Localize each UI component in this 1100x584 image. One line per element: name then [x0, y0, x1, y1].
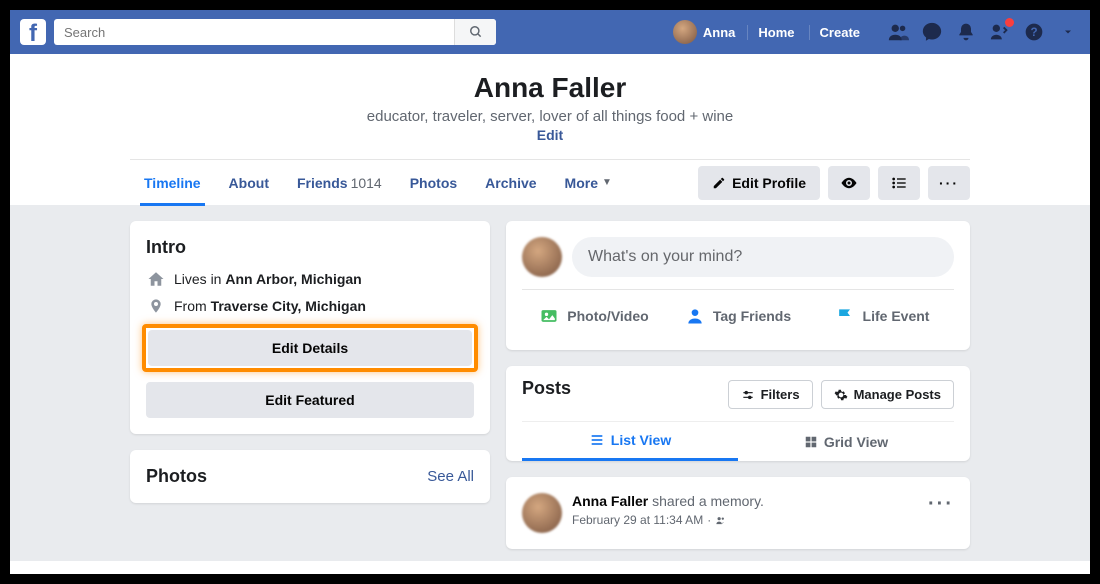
tab-timeline[interactable]: Timeline: [130, 160, 215, 206]
filters-button[interactable]: Filters: [728, 380, 813, 409]
grid-icon: [804, 435, 818, 449]
tab-archive[interactable]: Archive: [471, 160, 550, 206]
composer-tag-friends[interactable]: Tag Friends: [666, 298, 810, 334]
home-icon: [146, 270, 166, 288]
edit-details-button[interactable]: Edit Details: [148, 330, 472, 366]
see-all-photos-link[interactable]: See All: [427, 468, 474, 485]
search-button[interactable]: [454, 19, 496, 45]
list-icon: [891, 175, 907, 191]
topbar-user-link[interactable]: Anna: [665, 20, 744, 44]
body-area: Intro Lives in Ann Arbor, Michigan From …: [10, 205, 1090, 561]
edit-featured-button[interactable]: Edit Featured: [146, 382, 474, 418]
location-icon: [146, 298, 166, 314]
profile-bio: educator, traveler, server, lover of all…: [10, 108, 1090, 125]
eye-icon: [840, 174, 858, 192]
profile-name: Anna Faller: [10, 72, 1090, 104]
more-options-button[interactable]: ···: [928, 166, 970, 200]
post-action-text: shared a memory.: [648, 493, 764, 509]
account-dropdown-icon[interactable]: [1056, 20, 1080, 44]
intro-from: From Traverse City, Michigan: [146, 298, 474, 314]
notification-dot: [1005, 18, 1014, 27]
flag-icon: [835, 306, 855, 326]
home-link[interactable]: Home: [747, 25, 804, 40]
topbar-right: Anna Home Create: [665, 20, 1080, 44]
left-column: Intro Lives in Ann Arbor, Michigan From …: [130, 221, 490, 545]
composer-input[interactable]: What's on your mind?: [572, 237, 954, 277]
tab-actions: Edit Profile ···: [698, 166, 970, 200]
view-as-button[interactable]: [828, 166, 870, 200]
tab-about[interactable]: About: [215, 160, 283, 206]
intro-title: Intro: [146, 237, 474, 258]
posts-title: Posts: [522, 378, 720, 399]
topbar-user-name: Anna: [703, 25, 736, 40]
notifications-icon[interactable]: [954, 20, 978, 44]
list-view-tab[interactable]: List View: [522, 422, 738, 461]
intro-card: Intro Lives in Ann Arbor, Michigan From …: [130, 221, 490, 434]
profile-header: Anna Faller educator, traveler, server, …: [10, 54, 1090, 205]
composer-card: What's on your mind? Photo/Video Tag Fri…: [506, 221, 970, 350]
messenger-icon[interactable]: [920, 20, 944, 44]
posts-panel: Posts Filters Manage Posts: [506, 366, 970, 461]
intro-lives-in: Lives in Ann Arbor, Michigan: [146, 270, 474, 288]
sliders-icon: [741, 388, 755, 402]
create-link[interactable]: Create: [809, 25, 870, 40]
composer-photo-video[interactable]: Photo/Video: [522, 298, 666, 334]
photos-card: Photos See All: [130, 450, 490, 503]
dots-icon: ···: [939, 175, 959, 191]
composer-life-event[interactable]: Life Event: [810, 298, 954, 334]
tab-photos[interactable]: Photos: [396, 160, 471, 206]
tab-friends[interactable]: Friends1014: [283, 160, 396, 206]
svg-text:?: ?: [1030, 26, 1037, 39]
edit-bio-link[interactable]: Edit: [537, 127, 563, 143]
friend-requests-icon[interactable]: [886, 20, 910, 44]
search-icon: [469, 25, 483, 39]
help-icon[interactable]: ?: [1022, 20, 1046, 44]
tab-more[interactable]: More▼: [551, 160, 626, 206]
pencil-icon: [712, 176, 726, 190]
grid-view-tab[interactable]: Grid View: [738, 422, 954, 461]
avatar: [673, 20, 697, 44]
edit-profile-button[interactable]: Edit Profile: [698, 166, 820, 200]
avatar: [522, 237, 562, 277]
topbar: f Anna Home Create: [10, 10, 1090, 54]
search-box: [54, 19, 496, 45]
photos-title: Photos: [146, 466, 207, 487]
edit-details-highlight: Edit Details: [142, 324, 478, 372]
post-date[interactable]: February 29 at 11:34 AM: [572, 513, 703, 527]
post-options-button[interactable]: ···: [928, 493, 954, 516]
avatar: [522, 493, 562, 533]
chevron-down-icon: ▼: [602, 177, 612, 188]
photo-icon: [539, 306, 559, 326]
tag-friends-icon: [685, 306, 705, 326]
friends-privacy-icon: [715, 515, 726, 526]
right-column: What's on your mind? Photo/Video Tag Fri…: [506, 221, 970, 545]
manage-posts-button[interactable]: Manage Posts: [821, 380, 954, 409]
gear-icon: [834, 388, 848, 402]
activity-log-button[interactable]: [878, 166, 920, 200]
search-input[interactable]: [54, 25, 454, 40]
profile-tabs: Timeline About Friends1014 Photos Archiv…: [130, 159, 970, 205]
quick-help-icon[interactable]: [988, 20, 1012, 44]
list-icon: [589, 432, 605, 448]
facebook-logo[interactable]: f: [20, 19, 46, 45]
post-card: Anna Faller shared a memory. February 29…: [506, 477, 970, 549]
post-author[interactable]: Anna Faller: [572, 493, 648, 509]
